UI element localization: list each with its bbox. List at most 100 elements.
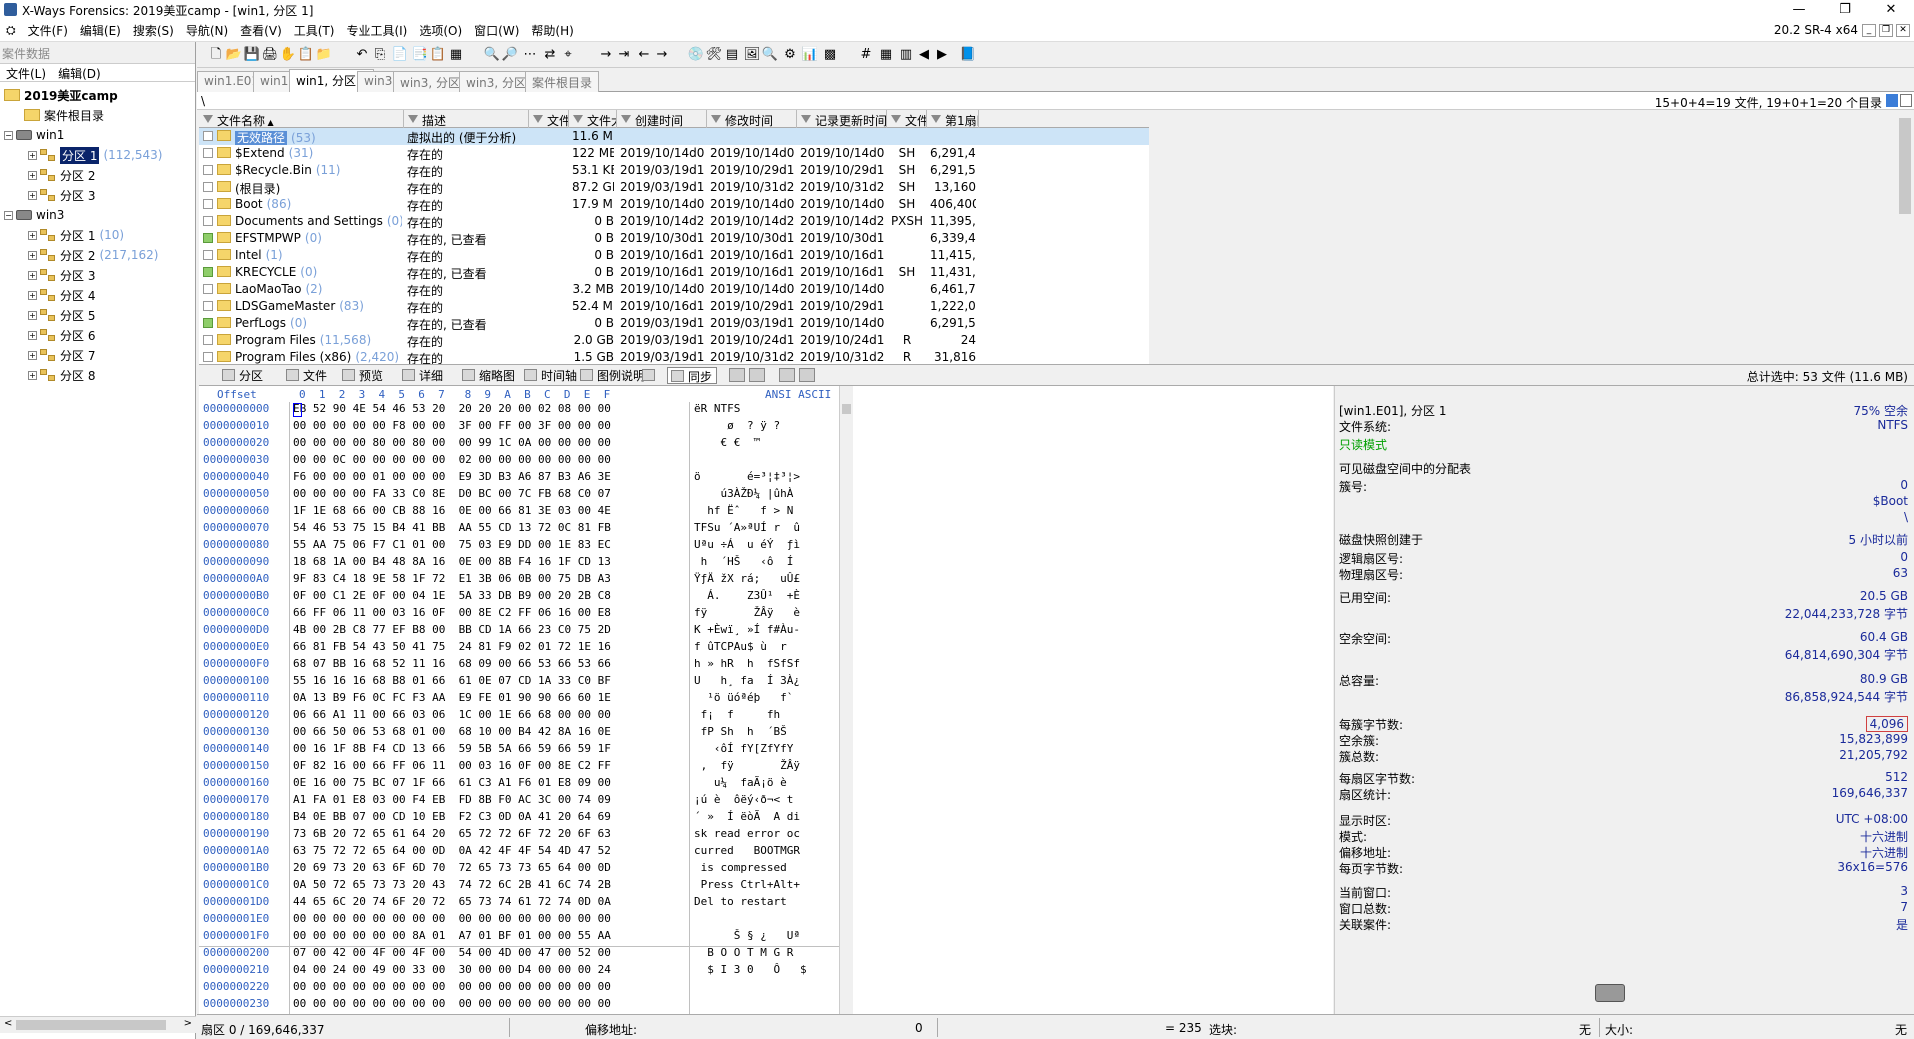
filter-icon[interactable] [931, 115, 941, 123]
tree-node[interactable]: + 分区 2 (217,162) [0, 245, 195, 265]
grid-icon[interactable]: ▦ [877, 46, 895, 64]
hex-line[interactable]: 0000000090 18 68 1A 00 B4 48 8A 16 0E 00 … [199, 555, 847, 572]
hex-line[interactable]: 00000001F0 00 00 00 00 00 00 8A 01 A7 01 … [199, 929, 847, 946]
column-header[interactable]: 文件大小 [569, 110, 617, 128]
ascii-text[interactable]: h » hR h fSfSf [694, 657, 800, 670]
file-row[interactable]: KRECYCLE(0) 存在的, 已查看 0 B 2019/10/16d16:... 2… [199, 264, 1149, 281]
ascii-text[interactable]: $ I 3 0 Ô $ [694, 963, 806, 976]
hex-editor[interactable]: 0000000000 EB 52 90 4E 54 46 53 20 20 20 … [199, 402, 847, 1014]
ascii-text[interactable]: u¼ faÃ¡ö è [694, 776, 787, 789]
scroll-right-arrow-icon[interactable]: > [184, 1018, 192, 1029]
hex-line[interactable]: 0000000200 07 00 42 00 4F 00 4F 00 54 00 … [199, 946, 847, 963]
hand-icon[interactable]: ✋ [279, 46, 297, 64]
find-next-icon[interactable]: ⋯ [521, 46, 539, 64]
menu-options[interactable]: 选项(O) [413, 19, 468, 42]
ascii-text[interactable]: ´ » Í ëòÃ A di [694, 810, 800, 823]
hex-line[interactable]: 0000000130 00 66 50 06 53 68 01 00 68 10 … [199, 725, 847, 742]
expand-icon[interactable]: + [28, 190, 37, 200]
hex-bytes[interactable]: 54 46 53 75 15 B4 41 BB AA 55 CD 13 72 0… [293, 521, 611, 534]
tree-node[interactable]: + 分区 3 [0, 185, 195, 205]
save-icon[interactable]: 💾 [243, 46, 261, 64]
hex-bytes[interactable]: 66 81 FB 54 43 50 41 75 24 81 F9 02 01 7… [293, 640, 611, 653]
mode-sync-mode[interactable]: 同步 [667, 367, 718, 384]
hex-bytes[interactable]: F6 00 00 00 01 00 00 00 E9 3D B3 A6 87 B… [293, 470, 611, 483]
scroll-thumb[interactable] [16, 1020, 166, 1030]
close-button[interactable]: ✕ [1868, 0, 1914, 20]
filter-icon[interactable] [203, 115, 213, 123]
filter-icon[interactable] [801, 115, 811, 123]
hex-bytes[interactable]: 0F 00 C1 2E 0F 00 04 1E 5A 33 DB B9 00 2… [293, 589, 611, 602]
hex-bytes[interactable]: 0E 16 00 75 BC 07 1F 66 61 C3 A1 F6 01 E… [293, 776, 611, 789]
tree-node[interactable]: + 分区 7 [0, 345, 195, 365]
hex-bytes[interactable]: 9F 83 C4 18 9E 58 1F 72 E1 3B 06 0B 00 7… [293, 572, 611, 585]
left-horizontal-scrollbar[interactable]: < > [0, 1016, 196, 1033]
filter-icon[interactable] [573, 115, 583, 123]
hex-bytes[interactable]: 20 69 73 20 63 6F 6D 70 72 65 73 73 65 6… [293, 861, 611, 874]
file-row[interactable]: $Extend(31) 存在的 122 MB 2019/10/14d07:... 201… [199, 145, 1149, 162]
hex-line[interactable]: 0000000220 00 00 00 00 00 00 00 00 00 00 … [199, 980, 847, 997]
find-icon[interactable]: 🔍 [483, 46, 501, 64]
hex-bytes[interactable]: 07 00 42 00 4F 00 4F 00 54 00 4D 00 47 0… [293, 946, 611, 959]
hex-line[interactable]: 0000000100 55 16 16 16 68 B8 01 66 61 0E … [199, 674, 847, 691]
hex-line[interactable]: 0000000010 00 00 00 00 00 F8 00 00 3F 00 … [199, 419, 847, 436]
tree-node[interactable]: + 分区 6 [0, 325, 195, 345]
file-row[interactable]: Program Files (11,568) 存在的 2.0 GB 2019/03/19… [199, 332, 1149, 349]
chart-icon[interactable]: 📊 [801, 46, 819, 64]
expand-icon[interactable]: + [28, 290, 37, 300]
hex-line[interactable]: 0000000080 55 AA 75 06 F7 C1 01 00 75 03 … [199, 538, 847, 555]
hex-line[interactable]: 0000000120 06 66 A1 11 00 66 03 06 1C 00 … [199, 708, 847, 725]
refresh-icon[interactable] [1886, 94, 1898, 107]
column-header[interactable]: 文件属 [887, 110, 927, 128]
hex-line[interactable]: 00000001A0 63 75 72 72 65 64 00 0D 0A 42 … [199, 844, 847, 861]
tree-node[interactable]: − win1 [0, 125, 195, 145]
row-checkbox[interactable] [203, 216, 213, 226]
clipboard-icon[interactable]: 📋 [429, 46, 447, 64]
disk-tools-icon[interactable]: 🛠 [705, 46, 723, 64]
hex-bytes[interactable]: 00 66 50 06 53 68 01 00 68 10 00 B4 42 8… [293, 725, 611, 738]
find-hex-icon[interactable]: 🔎 [501, 46, 519, 64]
hex-bytes[interactable]: 68 07 BB 16 68 52 11 16 68 09 00 66 53 6… [293, 657, 611, 670]
hex-line[interactable]: 0000000030 00 00 0C 00 00 00 00 00 02 00 … [199, 453, 847, 470]
ascii-text[interactable]: curred BOOTMGR [694, 844, 800, 857]
new-file-icon[interactable]: 🗋 [207, 46, 225, 64]
hex-line[interactable]: 00000001C0 0A 50 72 65 73 73 20 43 74 72 … [199, 878, 847, 895]
hex-bytes[interactable]: 04 00 24 00 49 00 33 00 30 00 00 D4 00 0… [293, 963, 611, 976]
row-checkbox[interactable] [203, 267, 213, 277]
mode-gallery-mode[interactable]: 缩略图 [459, 367, 519, 384]
hex-bytes[interactable]: 06 66 A1 11 00 66 03 06 1C 00 1E 66 68 0… [293, 708, 611, 721]
tree-node[interactable]: + 分区 5 [0, 305, 195, 325]
ascii-text[interactable]: ¡ú è ôëý‹ð¬< t [694, 793, 793, 806]
ascii-text[interactable]: ŸƒÄ žX rá; uÛ£ [694, 572, 800, 585]
recover-icon[interactable]: ⚙ [781, 46, 799, 64]
menu-edit[interactable]: 编辑(E) [74, 19, 127, 42]
folder-up-icon[interactable]: 📁 [315, 46, 333, 64]
hex-bytes[interactable]: 18 68 1A 00 B4 48 8A 16 0E 00 8B F4 16 1… [293, 555, 611, 568]
image-icon[interactable]: 🖼 [743, 46, 761, 64]
hex-bytes[interactable]: 00 16 1F 8B F4 CD 13 66 59 5B 5A 66 59 6… [293, 742, 611, 755]
filter-icon[interactable] [533, 115, 543, 123]
open-icon[interactable]: 📂 [225, 46, 243, 64]
file-row[interactable]: Program Files (x86) (2,420) 存在的 1.5 GB 2019/… [199, 349, 1149, 364]
hex-line[interactable]: 00000001D0 44 65 6C 20 74 6F 20 72 65 73 … [199, 895, 847, 912]
mode-details-mode[interactable]: 详细 [399, 367, 447, 384]
scroll-thumb[interactable] [842, 404, 851, 414]
column-header[interactable]: 描述 [404, 110, 529, 128]
gps-icon[interactable]: ⌖ [559, 46, 577, 64]
column-header[interactable]: 第1扇区 [927, 110, 979, 128]
hex-bytes[interactable]: 00 00 00 00 00 00 00 00 00 00 00 00 00 0… [293, 997, 611, 1010]
file-row[interactable]: Boot(86) 存在的 17.9 MB 2019/10/14d08:... 2019/… [199, 196, 1149, 213]
hex-bytes[interactable]: 00 00 00 00 00 F8 00 00 3F 00 FF 00 3F 0… [293, 419, 611, 432]
file-row[interactable]: 无效路径(53) 虚拟出的 (便于分析) 11.6 MB [199, 128, 1149, 145]
row-checkbox[interactable] [203, 165, 213, 175]
ascii-text[interactable]: ‹ôÍ fY[ZfYfY [694, 742, 793, 755]
expand-icon[interactable]: + [28, 350, 37, 360]
hex-bytes[interactable]: 4B 00 2B C8 77 EF B8 00 BB CD 1A 66 23 C… [293, 623, 611, 636]
hex-line[interactable]: 00000000B0 0F 00 C1 2E 0F 00 04 1E 5A 33 … [199, 589, 847, 606]
undo-icon[interactable]: ↶ [353, 46, 371, 64]
hex-bytes[interactable]: 1F 1E 68 66 00 CB 88 16 0E 00 66 81 3E 0… [293, 504, 611, 517]
filter-icon[interactable] [621, 115, 631, 123]
expand-icon[interactable]: + [28, 370, 37, 380]
mdi-minimize-button[interactable]: _ [1862, 24, 1876, 37]
hex-line[interactable]: 0000000170 A1 FA 01 E8 03 00 F4 EB FD 8B … [199, 793, 847, 810]
hex-line[interactable]: 0000000060 1F 1E 68 66 00 CB 88 16 0E 00 … [199, 504, 847, 521]
